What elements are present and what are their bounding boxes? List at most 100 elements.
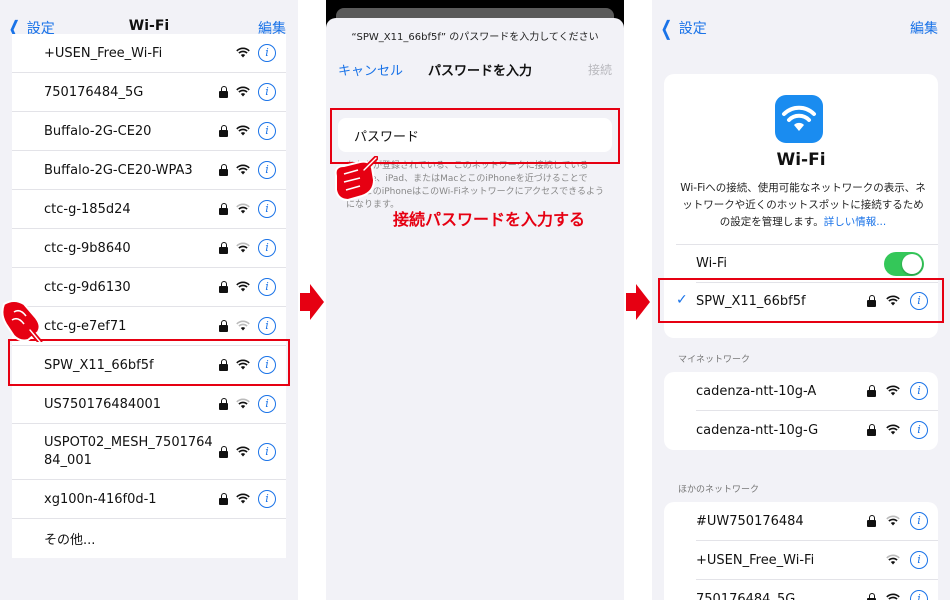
arrow-stem <box>300 293 310 311</box>
info-icon[interactable]: i <box>258 490 276 508</box>
network-name: Buffalo-2G-CE20-WPA3 <box>44 162 193 178</box>
wifi-signal-icon <box>236 281 250 292</box>
my-network-row[interactable]: cadenza-ntt-10g-A i <box>664 372 938 410</box>
info-icon[interactable]: i <box>910 421 928 439</box>
network-name: cadenza-ntt-10g-G <box>696 422 819 438</box>
wifi-heading: Wi-Fi <box>776 150 826 170</box>
next-step-arrow <box>310 284 324 320</box>
other-networks-header: ほかのネットワーク <box>678 485 760 495</box>
info-icon[interactable]: i <box>258 161 276 179</box>
sheet-title: パスワードを入力 <box>427 64 532 79</box>
wifi-signal-icon <box>236 446 250 456</box>
info-icon[interactable]: i <box>910 382 928 400</box>
lock-icon <box>219 281 228 293</box>
instruction-caption: 接続パスワードを入力する <box>392 210 585 229</box>
wifi-list-panel: ❮ 設定 Wi-Fi 編集 +USEN_Free_Wi-Fi i 7501764… <box>0 0 298 600</box>
info-icon[interactable]: i <box>258 395 276 413</box>
other-network-label: その他... <box>44 533 96 548</box>
network-name: xg100n-416f0d-1 <box>44 491 157 507</box>
network-name: #UW750176484 <box>696 513 804 529</box>
info-icon[interactable]: i <box>258 239 276 257</box>
network-row[interactable]: ctc-g-9b8640 i <box>12 229 286 268</box>
lock-icon <box>219 242 228 254</box>
wifi-toggle[interactable] <box>884 252 924 276</box>
wifi-signal-icon <box>236 125 250 136</box>
info-icon[interactable]: i <box>258 317 276 335</box>
wifi-signal-icon <box>236 398 250 409</box>
network-name: cadenza-ntt-10g-A <box>696 383 817 399</box>
lock-icon <box>867 515 876 527</box>
password-prompt: “SPW_X11_66bf5f” のパスワードを入力してください <box>351 32 599 43</box>
wifi-signal-icon <box>886 554 900 565</box>
wifi-signal-icon <box>236 320 250 331</box>
info-icon[interactable]: i <box>258 200 276 218</box>
network-row[interactable]: xg100n-416f0d-1 i <box>12 480 286 519</box>
network-name: 750176484_5G <box>44 84 144 100</box>
network-row[interactable]: Buffalo-2G-CE20 i <box>12 112 286 151</box>
network-name: 750176484_5G <box>696 591 796 600</box>
wifi-signal-icon <box>236 164 250 175</box>
next-step-arrow <box>636 284 650 320</box>
info-icon[interactable]: i <box>258 442 276 461</box>
info-icon[interactable]: i <box>910 590 928 600</box>
other-network-row[interactable]: その他... <box>12 519 286 558</box>
back-button[interactable]: ❮ 設定 <box>658 18 707 38</box>
network-row[interactable]: USPOT02_MESH_750176484_001 i <box>12 424 286 480</box>
network-row[interactable]: Buffalo-2G-CE20-WPA3 i <box>12 151 286 190</box>
password-sheet <box>326 18 624 600</box>
lock-icon <box>867 424 876 436</box>
wifi-signal-icon <box>236 86 250 97</box>
wifi-signal-icon <box>236 242 250 253</box>
network-name: ctc-g-185d24 <box>44 201 131 217</box>
other-network-row[interactable]: +USEN_Free_Wi-Fi i <box>664 541 938 579</box>
lock-icon <box>867 385 876 397</box>
wifi-signal-icon <box>236 47 250 58</box>
wifi-toggle-row: Wi-Fi <box>664 244 938 282</box>
wifi-signal-icon <box>886 593 900 600</box>
wifi-settings-panel: ❮ 設定 編集 Wi-Fi Wi-Fiへの接続、使用可能なネットワークの表示、ネ… <box>652 0 950 600</box>
info-icon[interactable]: i <box>910 551 928 569</box>
my-network-row[interactable]: cadenza-ntt-10g-G i <box>664 411 938 449</box>
network-row[interactable]: +USEN_Free_Wi-Fi i <box>12 34 286 73</box>
lock-icon <box>219 320 228 332</box>
lock-icon <box>219 493 228 505</box>
wifi-description-text: Wi-Fiへの接続、使用可能なネットワークの表示、ネットワークや近くのホットスポ… <box>680 182 926 228</box>
network-name: Buffalo-2G-CE20 <box>44 123 152 139</box>
network-name: ctc-g-e7ef71 <box>44 318 127 334</box>
wifi-settings-icon <box>775 95 823 143</box>
lock-icon <box>219 164 228 176</box>
info-icon[interactable]: i <box>258 122 276 140</box>
info-icon[interactable]: i <box>258 278 276 296</box>
network-row[interactable]: US750176484001 i <box>12 385 286 424</box>
list-bottom-spacer <box>0 590 298 600</box>
wifi-signal-icon <box>236 203 250 214</box>
network-name: +USEN_Free_Wi-Fi <box>696 552 815 568</box>
lock-icon <box>219 445 228 458</box>
network-row[interactable]: 750176484_5G i <box>12 73 286 112</box>
wifi-signal-icon <box>236 493 250 504</box>
info-icon[interactable]: i <box>258 44 276 62</box>
learn-more-link[interactable]: 詳しい情報... <box>824 216 887 228</box>
wifi-signal-icon <box>886 424 900 435</box>
wifi-description: Wi-Fiへの接続、使用可能なネットワークの表示、ネットワークや近くのホットスポ… <box>678 180 928 231</box>
network-row[interactable]: ctc-g-9d6130 i <box>12 268 286 307</box>
edit-button[interactable]: 編集 <box>910 18 938 38</box>
chevron-left-icon: ❮ <box>660 16 673 40</box>
wifi-signal-icon <box>886 385 900 396</box>
pointing-hand-icon <box>334 156 378 202</box>
nav-bar: ❮ 設定 編集 <box>652 0 950 42</box>
network-name: +USEN_Free_Wi-Fi <box>44 45 163 61</box>
password-description: あなたが登録されている、このネットワークに接続しているiPhone、iPad、ま… <box>346 161 604 210</box>
network-row[interactable]: ctc-g-185d24 i <box>12 190 286 229</box>
password-panel: “SPW_X11_66bf5f” のパスワードを入力してください キャンセル パ… <box>326 0 624 600</box>
info-icon[interactable]: i <box>258 83 276 101</box>
pointing-hand-icon <box>1 300 43 342</box>
wifi-signal-icon <box>886 515 900 526</box>
connect-button[interactable]: 接続 <box>588 61 612 78</box>
my-networks-header: マイネットワーク <box>678 355 751 365</box>
network-name: ctc-g-9d6130 <box>44 279 131 295</box>
info-icon[interactable]: i <box>910 512 928 530</box>
other-network-row[interactable]: #UW750176484 i <box>664 502 938 540</box>
network-name: USPOT02_MESH_750176484_001 <box>44 434 213 468</box>
other-network-row[interactable]: 750176484_5G i <box>664 580 938 600</box>
